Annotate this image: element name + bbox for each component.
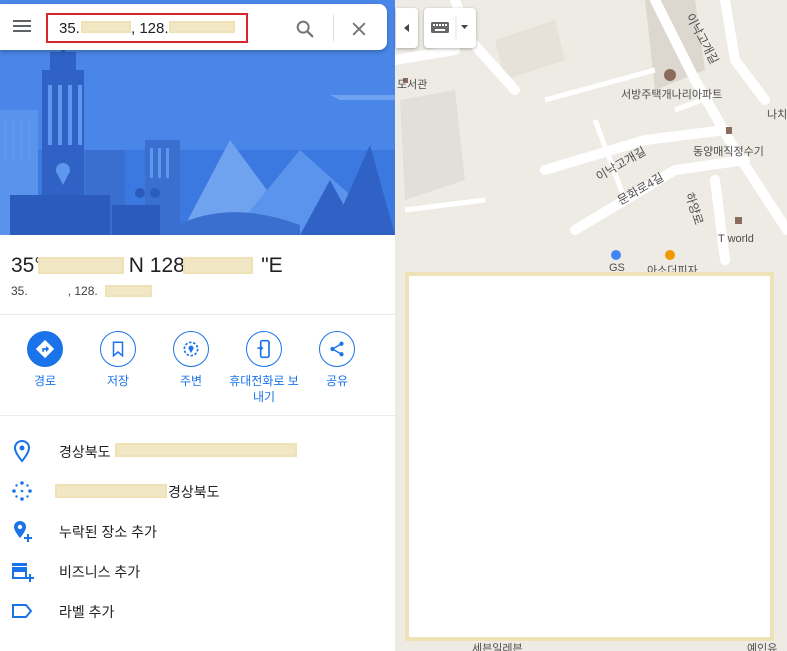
search-divider xyxy=(333,15,334,41)
add-business-icon xyxy=(12,563,34,582)
place-subtitle: 35. , 128. xyxy=(11,284,98,298)
send-to-phone-button[interactable]: 휴대전화로 보내기 xyxy=(227,331,301,405)
save-label: 저장 xyxy=(106,374,130,388)
plus-code-text: 경상북도 xyxy=(168,484,220,500)
redacted-block xyxy=(105,285,152,297)
map-label: 서방주택개나리아파트 xyxy=(621,89,723,101)
directions-icon xyxy=(35,339,55,359)
directions-label: 경로 xyxy=(33,374,57,388)
add-missing-place-row[interactable]: 누락된 장소 추가 xyxy=(0,513,395,547)
plus-code-icon xyxy=(12,481,32,501)
send-to-phone-label: 휴대전화로 보내기 xyxy=(229,374,299,404)
divider xyxy=(0,415,395,416)
map-label: 예인유 xyxy=(747,643,778,651)
redacted-block xyxy=(81,21,131,33)
add-label-row[interactable]: 라벨 추가 xyxy=(0,593,395,627)
input-tools-button[interactable] xyxy=(424,8,476,48)
subtitle-part1: 35. xyxy=(11,284,28,298)
map-label: 세븐일레븐 xyxy=(472,643,523,651)
redacted-block xyxy=(38,257,124,274)
search-value-part1: 35. xyxy=(59,20,80,37)
share-button[interactable]: 공유 xyxy=(300,331,374,389)
address-row[interactable]: 경상북도 xyxy=(0,433,395,467)
close-icon[interactable] xyxy=(349,19,369,39)
add-label-text: 라벨 추가 xyxy=(59,604,115,620)
collapse-panel-button[interactable] xyxy=(396,8,418,48)
add-business-text: 비즈니스 추가 xyxy=(59,564,141,580)
save-button[interactable]: 저장 xyxy=(81,331,155,389)
share-icon xyxy=(330,341,344,357)
menu-icon[interactable] xyxy=(11,17,33,37)
map-label: 도서관 xyxy=(397,79,428,91)
redacted-block xyxy=(115,443,297,457)
subtitle-part2: , 128. xyxy=(67,284,98,298)
add-missing-place-text: 누락된 장소 추가 xyxy=(59,524,157,540)
nearby-icon xyxy=(183,341,199,357)
map-label: 동양매직정수기 xyxy=(693,146,764,158)
map-label: T world xyxy=(718,233,754,245)
divider xyxy=(0,314,395,315)
search-bar: 35. , 128. xyxy=(0,4,387,50)
label-icon xyxy=(12,604,33,618)
title-part3: "E xyxy=(261,254,283,277)
add-place-icon xyxy=(14,521,32,542)
search-value-part2: , 128. xyxy=(131,20,169,37)
plus-code-row[interactable]: 경상북도 xyxy=(0,473,395,507)
nearby-label: 주변 xyxy=(179,374,203,388)
redacted-block xyxy=(55,484,167,498)
share-label: 공유 xyxy=(325,374,349,388)
address-text: 경상북도 xyxy=(59,444,111,460)
map-label: 나치 xyxy=(767,109,787,121)
redacted-block xyxy=(169,21,235,33)
search-icon[interactable] xyxy=(294,18,316,40)
search-input[interactable]: 35. , 128. xyxy=(46,13,248,43)
keyboard-icon xyxy=(431,16,468,40)
nearby-button[interactable]: 주변 xyxy=(154,331,228,389)
redacted-region xyxy=(405,272,774,641)
side-panel: 35. , 128. 35° N 128° "E 35., 128. 경로 저장… xyxy=(0,0,395,651)
directions-button[interactable]: 경로 xyxy=(8,331,82,389)
chevron-left-icon xyxy=(404,24,409,32)
add-business-row[interactable]: 비즈니스 추가 xyxy=(0,553,395,587)
bookmark-icon xyxy=(112,341,124,358)
location-pin-icon xyxy=(13,439,31,463)
redacted-block xyxy=(183,257,253,274)
phone-send-icon xyxy=(257,339,270,359)
